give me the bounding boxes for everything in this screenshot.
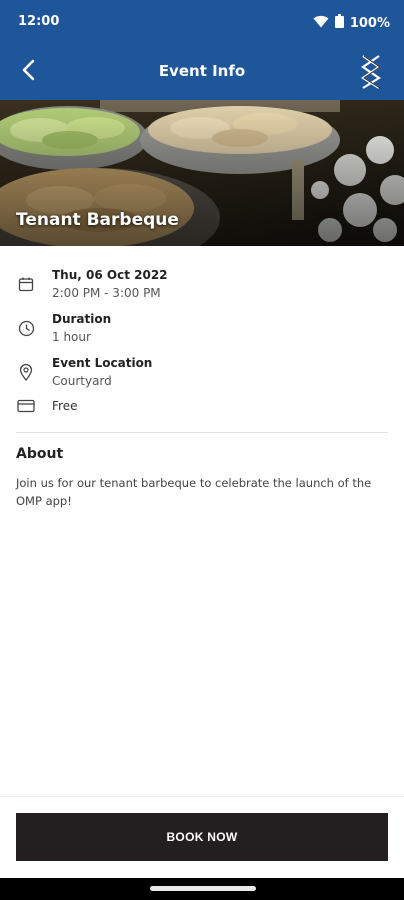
event-price: Free — [52, 399, 78, 413]
page-title: Event Info — [158, 62, 246, 80]
event-date: Thu, 06 Oct 2022 — [52, 268, 168, 282]
brand-logo-icon — [358, 54, 384, 90]
event-hero-image: Tenant Barbeque — [0, 100, 404, 246]
location-pin-icon — [16, 362, 36, 382]
event-title: Tenant Barbeque — [16, 210, 179, 230]
status-time: 12:00 — [18, 14, 60, 29]
location-label: Event Location — [52, 356, 153, 370]
book-now-button[interactable]: BOOK NOW — [16, 813, 388, 861]
bottom-action-bar: BOOK NOW — [0, 796, 404, 880]
calendar-icon — [16, 274, 36, 294]
system-nav-bar — [0, 878, 404, 900]
battery-icon — [334, 14, 344, 32]
location-value: Courtyard — [52, 374, 112, 388]
about-heading: About — [16, 446, 64, 462]
app-bar: Event Info — [0, 44, 404, 100]
battery-percent: 100% — [349, 15, 390, 31]
status-bar: 12:00 100% — [0, 0, 404, 44]
home-gesture-handle[interactable] — [150, 886, 256, 891]
duration-label: Duration — [52, 312, 112, 326]
about-description: Join us for our tenant barbeque to celeb… — [16, 476, 372, 508]
credit-card-icon — [16, 396, 36, 416]
wifi-icon — [313, 15, 329, 32]
clock-icon — [16, 318, 36, 338]
divider — [16, 432, 388, 433]
status-indicators: 100% — [313, 14, 390, 32]
duration-value: 1 hour — [52, 330, 91, 344]
event-time-range: 2:00 PM - 3:00 PM — [52, 286, 161, 300]
